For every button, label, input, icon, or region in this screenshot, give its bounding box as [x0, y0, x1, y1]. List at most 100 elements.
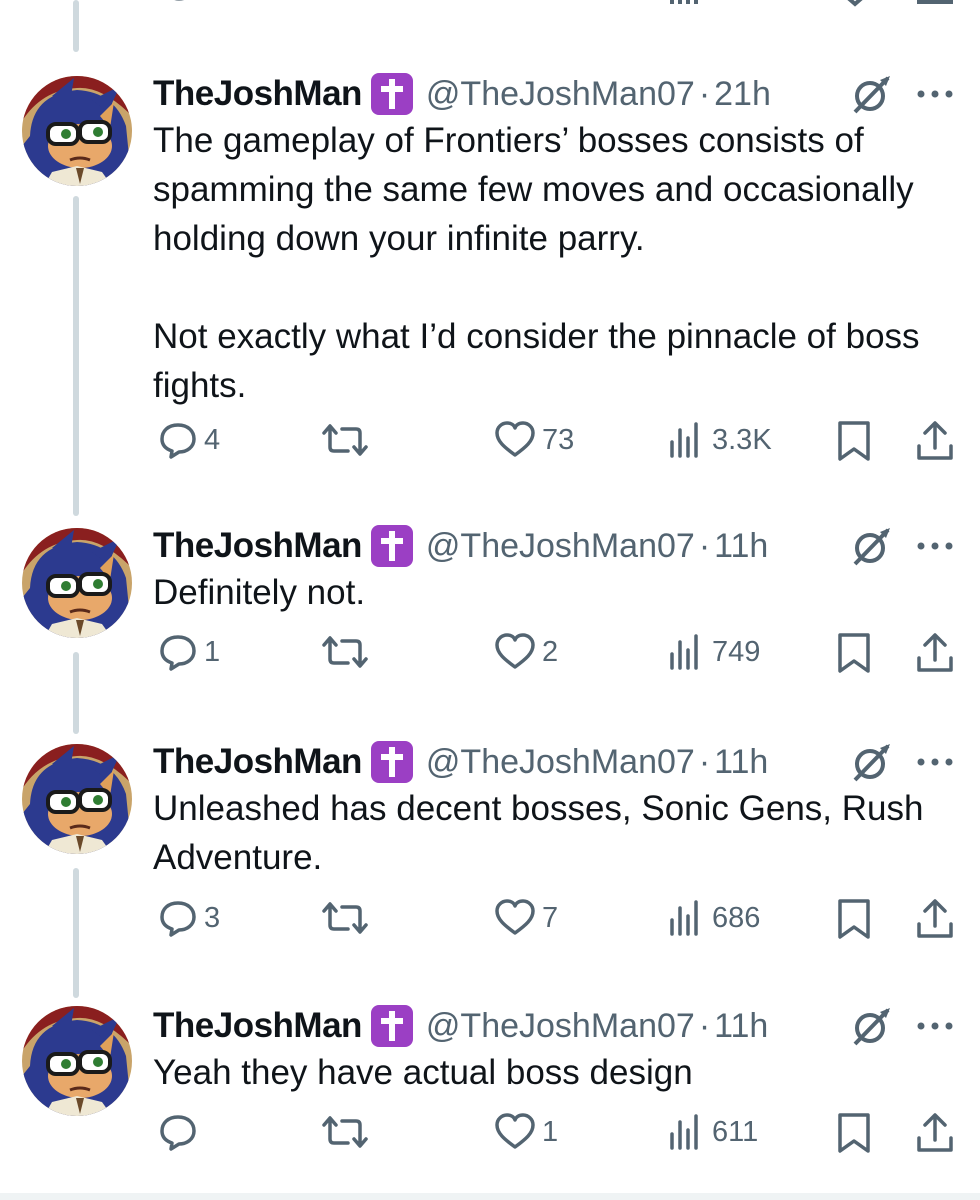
bookmark-icon[interactable]	[835, 0, 875, 8]
separator-dot: ·	[698, 74, 711, 113]
views-button[interactable]: 611	[666, 1112, 758, 1152]
more-icon[interactable]	[915, 88, 955, 100]
share-icon	[917, 421, 953, 460]
timestamp[interactable]: 21h	[714, 75, 771, 114]
tweet-actions: 1 2 749	[0, 632, 980, 682]
latin-cross-badge-icon	[370, 740, 414, 784]
reply-icon	[160, 635, 196, 671]
latin-cross-badge-icon	[370, 1004, 414, 1048]
tweet-header: TheJoshMan @TheJoshMan07 · 11h	[153, 738, 768, 786]
share-button[interactable]	[915, 420, 955, 462]
tweet-text: Definitely not.	[153, 573, 366, 612]
user-handle[interactable]: @TheJoshMan07	[426, 527, 695, 566]
repost-icon	[322, 902, 368, 934]
timestamp[interactable]: 11h	[714, 743, 768, 782]
tweet-header: TheJoshMan @TheJoshMan07 · 11h	[153, 1002, 768, 1050]
more-icon[interactable]	[915, 1020, 955, 1032]
reply-button[interactable]: 3	[158, 898, 220, 938]
view-count: 686	[712, 901, 761, 934]
share-icon	[917, 899, 953, 938]
reply-icon[interactable]	[158, 0, 198, 8]
bookmark-icon	[838, 899, 870, 939]
views-button[interactable]: 686	[666, 898, 760, 938]
repost-button[interactable]	[322, 632, 374, 672]
bookmark-button[interactable]	[835, 898, 873, 940]
separator-dot: ·	[698, 1006, 711, 1045]
bookmark-icon	[838, 421, 870, 461]
tweet-actions: 3 7 686	[0, 898, 980, 948]
user-handle[interactable]: @TheJoshMan07	[426, 75, 695, 114]
like-count: 7	[542, 901, 559, 934]
timestamp[interactable]: 11h	[714, 1007, 768, 1046]
like-icon	[495, 1113, 535, 1149]
avatar[interactable]	[22, 528, 132, 638]
view-count: 611	[712, 1115, 759, 1148]
grok-icon[interactable]	[850, 1006, 894, 1046]
grok-icon[interactable]	[850, 742, 894, 782]
views-button[interactable]: 3.3K	[666, 420, 772, 460]
grok-icon[interactable]	[850, 526, 894, 566]
like-icon	[495, 899, 535, 935]
share-icon	[917, 633, 953, 672]
like-count: 2	[542, 635, 559, 668]
reply-count: 4	[204, 423, 221, 456]
separator-dot: ·	[698, 526, 711, 565]
avatar[interactable]	[22, 76, 132, 186]
repost-icon	[322, 636, 368, 668]
share-button[interactable]	[915, 632, 955, 674]
separator-dot: ·	[698, 742, 711, 781]
user-handle[interactable]: @TheJoshMan07	[426, 743, 695, 782]
reply-icon	[160, 423, 196, 459]
repost-icon[interactable]	[322, 0, 366, 8]
like-icon[interactable]	[494, 0, 534, 8]
grok-icon[interactable]	[850, 74, 894, 114]
share-icon[interactable]	[915, 0, 955, 8]
user-handle[interactable]: @TheJoshMan07	[426, 1007, 695, 1046]
like-button[interactable]: 73	[494, 420, 574, 460]
display-name[interactable]: TheJoshMan	[153, 526, 362, 566]
more-icon[interactable]	[915, 756, 955, 768]
repost-button[interactable]	[322, 420, 374, 460]
view-count: 749	[712, 635, 761, 668]
bookmark-button[interactable]	[835, 420, 873, 462]
display-name[interactable]: TheJoshMan	[153, 742, 362, 782]
bottom-divider	[0, 1193, 980, 1200]
bookmark-button[interactable]	[835, 1112, 873, 1154]
display-name[interactable]: TheJoshMan	[153, 1006, 362, 1046]
reply-button[interactable]	[158, 1112, 204, 1152]
repost-icon	[322, 1116, 368, 1148]
reply-count: 3	[204, 901, 221, 934]
share-button[interactable]	[915, 898, 955, 940]
tweet-text: The gameplay of Frontiers’ bosses consis…	[153, 121, 920, 405]
reply-button[interactable]: 1	[158, 632, 220, 672]
previous-tweet-actions	[0, 0, 980, 8]
repost-button[interactable]	[322, 1112, 374, 1152]
bookmark-icon	[838, 633, 870, 673]
display-name[interactable]: TheJoshMan	[153, 74, 362, 114]
share-button[interactable]	[915, 1112, 955, 1154]
bookmark-button[interactable]	[835, 632, 873, 674]
latin-cross-badge-icon	[370, 72, 414, 116]
tweet-text: Unleashed has decent bosses, Sonic Gens,…	[153, 789, 932, 877]
repost-icon	[322, 424, 368, 456]
like-count: 1	[542, 1115, 559, 1148]
like-button[interactable]: 2	[494, 632, 558, 672]
views-icon	[670, 634, 698, 670]
reply-icon	[160, 901, 196, 937]
views-button[interactable]: 749	[666, 632, 760, 672]
like-button[interactable]: 1	[494, 1112, 558, 1152]
tweet-text: Yeah they have actual boss design	[153, 1053, 693, 1092]
repost-button[interactable]	[322, 898, 374, 938]
timestamp[interactable]: 11h	[714, 527, 768, 566]
like-icon	[495, 633, 535, 669]
more-icon[interactable]	[915, 540, 955, 552]
like-count: 73	[542, 423, 575, 456]
views-icon	[670, 900, 698, 936]
like-button[interactable]: 7	[494, 898, 558, 938]
views-icon[interactable]	[666, 0, 706, 8]
reply-button[interactable]: 4	[158, 420, 220, 460]
views-icon	[670, 422, 698, 458]
avatar[interactable]	[22, 744, 132, 854]
bookmark-icon	[838, 1113, 870, 1153]
avatar[interactable]	[22, 1006, 132, 1116]
